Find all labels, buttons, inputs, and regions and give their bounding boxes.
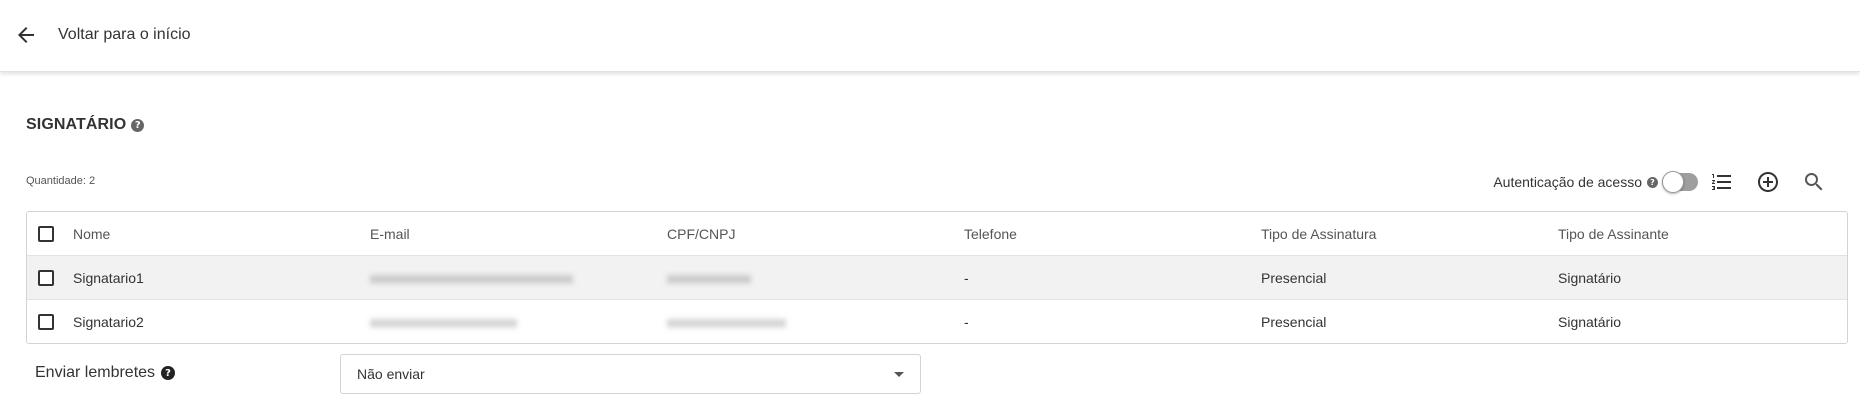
chevron-down-icon bbox=[894, 372, 904, 377]
list-numbered-icon bbox=[1712, 174, 1731, 190]
help-icon[interactable]: ? bbox=[131, 118, 145, 132]
section-title: SIGNATÁRIO ? bbox=[26, 116, 145, 134]
quantity-label: Quantidade: bbox=[26, 175, 86, 187]
search-icon bbox=[1805, 173, 1823, 191]
add-circle-icon bbox=[1758, 172, 1778, 192]
column-header-phone[interactable]: Telefone bbox=[964, 226, 1261, 242]
signers-table: Nome E-mail CPF/CNPJ Telefone Tipo de As… bbox=[26, 211, 1848, 344]
arrow-left-icon bbox=[18, 27, 34, 43]
reminders-select-value: Não enviar bbox=[357, 366, 425, 382]
quantity-text: Quantidade: 2 bbox=[26, 175, 95, 187]
cell-sign-type: Presencial bbox=[1261, 313, 1327, 330]
reminders-label-text: Enviar lembretes bbox=[35, 364, 156, 381]
table-row[interactable]: Signatario2 xxxxxxxxxxxxxxxxxxxxx xxxxxx… bbox=[27, 299, 1847, 343]
column-header-sign-type[interactable]: Tipo de Assinatura bbox=[1261, 226, 1558, 242]
table-header-row: Nome E-mail CPF/CNPJ Telefone Tipo de As… bbox=[27, 212, 1847, 255]
cell-phone: - bbox=[964, 269, 969, 286]
section-title-text: SIGNATÁRIO bbox=[26, 116, 127, 133]
search-button[interactable] bbox=[1800, 168, 1828, 196]
help-icon[interactable]: ? bbox=[1647, 176, 1658, 188]
table-toolbar: Autenticação de acesso ? bbox=[1493, 168, 1828, 196]
back-label: Voltar para o início bbox=[58, 26, 191, 43]
help-icon[interactable]: ? bbox=[161, 366, 176, 380]
table-row[interactable]: Signatario1 xxxxxxxxxxxxxxxxxxxxxxxxxxxx… bbox=[27, 255, 1847, 299]
row-checkbox[interactable] bbox=[38, 313, 54, 330]
cell-email: xxxxxxxxxxxxxxxxxxxxxxxxxxxxx bbox=[370, 269, 573, 286]
quantity-value: 2 bbox=[88, 175, 96, 187]
cell-name: Signatario2 bbox=[73, 313, 144, 330]
auth-toggle[interactable] bbox=[1662, 171, 1698, 193]
cell-email: xxxxxxxxxxxxxxxxxxxxx bbox=[370, 313, 517, 330]
cell-signer-type: Signatário bbox=[1558, 269, 1622, 286]
reminders-select[interactable]: Não enviar bbox=[340, 354, 921, 394]
cell-cpf: xxxxxxxxxxxxxxxxx bbox=[667, 313, 786, 330]
cell-name: Signatario1 bbox=[73, 269, 144, 286]
column-header-cpf[interactable]: CPF/CNPJ bbox=[667, 226, 964, 242]
add-button[interactable] bbox=[1754, 168, 1782, 196]
top-bar: Voltar para o início bbox=[0, 0, 1860, 72]
toggle-knob bbox=[1662, 171, 1684, 193]
back-button[interactable]: Voltar para o início bbox=[14, 20, 191, 50]
reminders-label: Enviar lembretes ? bbox=[35, 364, 176, 382]
list-button[interactable] bbox=[1708, 168, 1736, 196]
column-header-name[interactable]: Nome bbox=[73, 226, 370, 242]
select-all-checkbox[interactable] bbox=[38, 225, 54, 242]
column-header-signer-type[interactable]: Tipo de Assinante bbox=[1558, 226, 1847, 242]
auth-label: Autenticação de acesso bbox=[1493, 174, 1642, 190]
cell-sign-type: Presencial bbox=[1261, 269, 1327, 286]
cell-phone: - bbox=[964, 313, 969, 330]
cell-signer-type: Signatário bbox=[1558, 313, 1622, 330]
row-checkbox[interactable] bbox=[38, 269, 54, 286]
cell-cpf: xxxxxxxxxxxx bbox=[667, 269, 751, 286]
column-header-email[interactable]: E-mail bbox=[370, 226, 667, 242]
